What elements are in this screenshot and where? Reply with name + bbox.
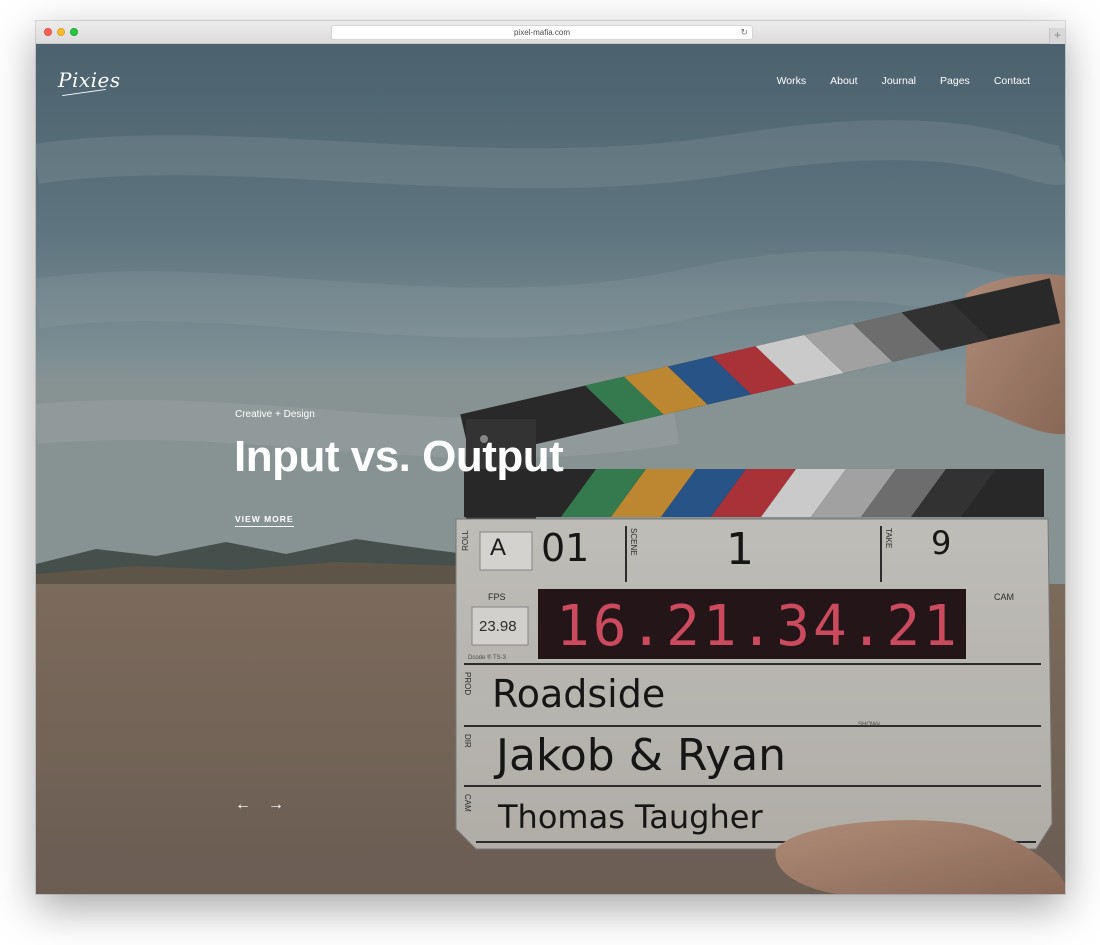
browser-toolbar: pixel-mafia.com ↻ + xyxy=(36,21,1065,44)
zoom-window-button[interactable] xyxy=(70,28,78,36)
arrow-left-icon[interactable]: ← xyxy=(235,797,251,813)
reload-icon[interactable]: ↻ xyxy=(740,26,748,39)
hero-slider: ROLL A 01 SCENE 1 TAKE 9 FPS 23.98 16.21… xyxy=(36,44,1065,894)
nav-item-pages[interactable]: Pages xyxy=(940,75,970,87)
nav-item-works[interactable]: Works xyxy=(777,75,807,87)
nav-item-journal[interactable]: Journal xyxy=(882,75,916,87)
browser-window: pixel-mafia.com ↻ + ROLL A 01 SCENE 1 TA… xyxy=(36,21,1065,894)
arrow-right-icon[interactable]: → xyxy=(268,797,284,813)
plus-icon[interactable]: + xyxy=(1049,28,1065,44)
site-logo[interactable]: Pixies xyxy=(58,68,121,92)
view-more-button[interactable]: VIEW MORE xyxy=(235,514,294,527)
hero-eyebrow: Creative + Design xyxy=(235,409,315,420)
hero-title: Input vs. Output xyxy=(234,432,564,481)
close-window-button[interactable] xyxy=(44,28,52,36)
address-bar[interactable]: pixel-mafia.com ↻ xyxy=(331,25,753,40)
minimize-window-button[interactable] xyxy=(57,28,65,36)
url-text: pixel-mafia.com xyxy=(513,28,570,37)
main-nav: Works About Journal Pages Contact xyxy=(777,75,1030,87)
nav-item-about[interactable]: About xyxy=(830,75,857,87)
nav-item-contact[interactable]: Contact xyxy=(994,75,1030,87)
